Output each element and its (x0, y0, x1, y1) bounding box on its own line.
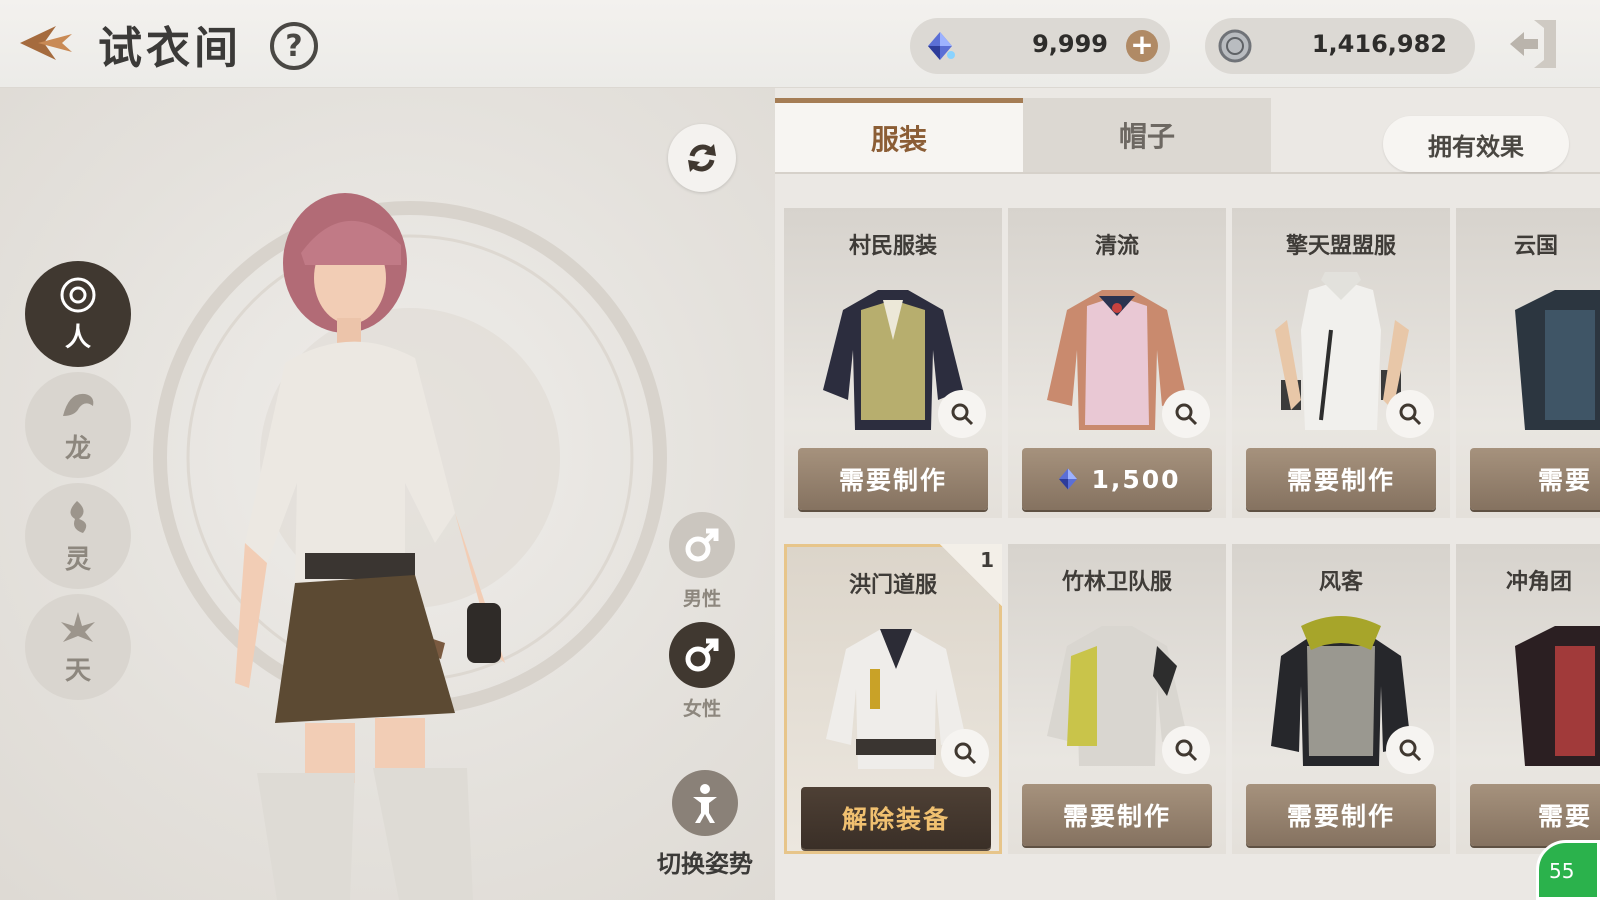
human-race-icon (60, 277, 96, 312)
costume-card-selected[interactable]: 1 洪门道服 解除装备 (784, 544, 1002, 854)
male-label: 男性 (682, 588, 721, 610)
gem-currency: 9,999 + (910, 18, 1170, 74)
exit-icon[interactable] (1504, 16, 1564, 72)
race-heaven-button[interactable]: 天 (25, 594, 131, 700)
gender-symbol-icon (685, 638, 719, 672)
unequip-button[interactable]: 解除装备 (801, 787, 991, 849)
craft-required-button[interactable]: 需要制作 (798, 448, 988, 510)
category-tabs: 服装 帽子 拥有效果 (775, 98, 1600, 174)
zoom-button[interactable] (938, 390, 986, 438)
costume-name: 云国 (1514, 234, 1559, 259)
race-label: 灵 (64, 544, 91, 575)
craft-required-button[interactable]: 需要制作 (1022, 784, 1212, 846)
silver-count: 1,416,982 (1311, 30, 1447, 58)
race-label: 龙 (64, 433, 91, 464)
dragon-race-icon (63, 393, 94, 416)
switch-pose-button[interactable]: 切换姿势 (640, 770, 770, 879)
craft-required-button[interactable]: 需要 (1470, 448, 1600, 510)
costume-card[interactable]: 清流 1,500 (1008, 208, 1226, 518)
costume-card[interactable]: 竹林卫队服 需要制作 (1008, 544, 1226, 854)
top-bar: 试衣间 ? 9,999 + 1,416,982 (0, 0, 1600, 88)
race-human-button[interactable]: 人 (25, 261, 131, 367)
magnifier-icon (1175, 403, 1198, 426)
zoom-button[interactable] (1386, 726, 1434, 774)
male-icon (685, 528, 719, 562)
gem-count: 9,999 (1032, 30, 1108, 58)
costume-thumbnail (1515, 626, 1600, 766)
magnifier-icon (1175, 739, 1198, 762)
character-model (235, 193, 505, 900)
back-arrow-icon[interactable] (16, 20, 80, 66)
zoom-button[interactable] (941, 729, 989, 777)
craft-required-button[interactable]: 需要制作 (1246, 784, 1436, 846)
notification-badge[interactable]: 55 (1536, 840, 1600, 900)
person-pose-icon (693, 784, 717, 823)
magnifier-icon (951, 403, 974, 426)
costume-card[interactable]: 云国 需要 (1456, 208, 1600, 518)
craft-required-button[interactable]: 需要 (1470, 784, 1600, 846)
refresh-icon (688, 144, 716, 172)
race-spirit-button[interactable]: 灵 (25, 483, 131, 589)
race-dragon-button[interactable]: 龙 (25, 372, 131, 478)
male-gender-button[interactable]: 男性 (668, 512, 736, 611)
costume-card[interactable]: 擎天盟盟服 需要制作 (1232, 208, 1450, 518)
costume-name: 冲角团 (1506, 570, 1573, 595)
female-label: 女性 (682, 698, 721, 720)
pose-label: 切换姿势 (657, 850, 753, 878)
costume-card[interactable]: 冲角团 需要 (1456, 544, 1600, 854)
costume-name: 洪门道服 (848, 573, 937, 598)
silver-coin-icon (1218, 29, 1252, 63)
wardrobe-panel: 服装 帽子 拥有效果 村民服装 需要制作 清流 1,500 擎天盟盟服 需要制作… (775, 88, 1600, 900)
zoom-button[interactable] (1386, 390, 1434, 438)
magnifier-icon (954, 742, 977, 765)
notification-count: 55 (1549, 859, 1575, 883)
help-icon[interactable]: ? (270, 22, 318, 70)
craft-required-button[interactable]: 需要制作 (1246, 448, 1436, 510)
costume-card[interactable]: 村民服装 需要制作 (784, 208, 1002, 518)
tab-hat[interactable]: 帽子 (1023, 98, 1271, 172)
tab-clothes[interactable]: 服装 (775, 98, 1023, 172)
character-preview[interactable]: 人 龙 灵 天 男性 女性 切换姿势 (0, 88, 775, 900)
costume-name: 风客 (1318, 570, 1363, 595)
heaven-race-icon (61, 611, 95, 642)
gem-icon (928, 32, 955, 60)
magnifier-icon (1399, 739, 1422, 762)
reset-preview-button[interactable] (668, 124, 736, 192)
price-value: 1,500 (1091, 464, 1181, 494)
costume-grid: 村民服装 需要制作 清流 1,500 擎天盟盟服 需要制作 云国 需要 1 洪门… (775, 208, 1600, 900)
race-label: 人 (64, 322, 91, 353)
costume-name: 清流 (1094, 234, 1139, 259)
costume-card[interactable]: 风客 需要制作 (1232, 544, 1450, 854)
race-label: 天 (64, 655, 91, 686)
zoom-button[interactable] (1162, 726, 1210, 774)
costume-name: 村民服装 (848, 234, 937, 259)
costume-name: 擎天盟盟服 (1285, 234, 1396, 259)
zoom-button[interactable] (1162, 390, 1210, 438)
magnifier-icon (1399, 403, 1422, 426)
spirit-race-icon (70, 500, 87, 533)
price-button[interactable]: 1,500 (1022, 448, 1212, 510)
page-title: 试衣间 (98, 23, 242, 74)
silver-currency: 1,416,982 (1205, 18, 1475, 74)
add-gems-button[interactable]: + (1126, 30, 1158, 62)
female-gender-button[interactable]: 女性 (668, 622, 736, 721)
owned-effects-button[interactable]: 拥有效果 (1383, 116, 1569, 172)
gem-icon (1059, 468, 1078, 490)
costume-name: 竹林卫队服 (1061, 570, 1172, 595)
costume-thumbnail (1515, 290, 1600, 430)
